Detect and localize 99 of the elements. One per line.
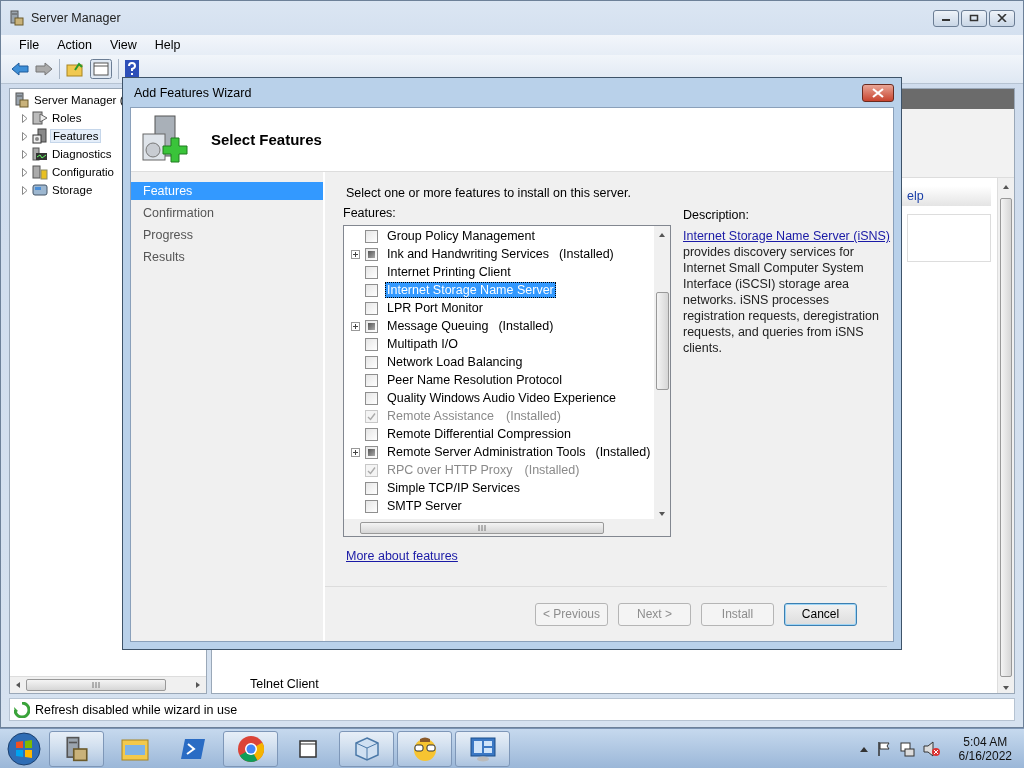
feature-item: Telnet Client — [249, 677, 320, 693]
storage-icon — [32, 182, 48, 198]
tree-item[interactable]: Features — [50, 129, 102, 143]
tree-item[interactable]: Configuratio — [50, 166, 116, 178]
monitor-icon — [32, 146, 48, 162]
wizard-step[interactable]: Results — [131, 248, 323, 266]
folder-up-icon[interactable] — [66, 61, 84, 77]
maximize-button[interactable] — [961, 9, 987, 27]
feature-item[interactable]: Multipath I/O — [385, 336, 460, 352]
feature-item[interactable]: Network Load Balancing — [385, 354, 525, 370]
installed-note: (Installed) — [523, 462, 581, 478]
feature-item[interactable]: Group Policy Management — [385, 228, 537, 244]
scrollbar-thumb[interactable] — [26, 679, 166, 691]
control-panel-icon[interactable] — [468, 735, 497, 762]
powershell-icon[interactable] — [179, 737, 206, 760]
tree-item[interactable]: Storage — [50, 184, 95, 196]
tree-item[interactable]: Diagnostics — [50, 148, 114, 160]
close-icon — [997, 14, 1007, 22]
help-link[interactable]: elp — [901, 186, 991, 206]
scrollbar-thumb[interactable] — [1000, 198, 1012, 677]
instruction-text: Select one or more features to install on this server. — [346, 186, 632, 200]
network-icon[interactable] — [898, 740, 915, 757]
tree-item[interactable]: Roles — [50, 112, 84, 124]
checkbox[interactable] — [365, 427, 378, 441]
window-title: Server Manager — [31, 11, 122, 25]
checkbox[interactable] — [365, 481, 378, 495]
clock-date: 6/16/2022 — [958, 748, 1012, 763]
forward-icon[interactable] — [35, 62, 53, 76]
feature-item[interactable]: LPR Port Monitor — [385, 300, 485, 316]
checkbox[interactable] — [365, 337, 378, 351]
checkbox[interactable] — [365, 319, 378, 333]
installed-note: (Installed) — [505, 408, 562, 424]
flag-icon[interactable] — [876, 740, 891, 757]
check-icon — [367, 411, 376, 421]
check-icon — [367, 465, 376, 475]
installed-note: (Installed) — [498, 319, 554, 333]
close-icon — [872, 87, 884, 98]
status-text: Refresh disabled while wizard in use — [35, 702, 238, 717]
feature-item[interactable]: Message Queuing — [385, 318, 491, 334]
checkbox[interactable] — [365, 499, 378, 513]
more-about-features-link[interactable]: More about features — [346, 549, 458, 563]
menu-item[interactable]: View — [99, 38, 145, 52]
checkbox[interactable] — [365, 229, 378, 243]
clock-time: 5:04 AM — [963, 734, 1008, 749]
features-list[interactable] — [343, 225, 671, 537]
feature-item[interactable]: Quality Windows Audio Video Experience — [385, 390, 619, 406]
scrollbar-thumb[interactable] — [655, 292, 669, 390]
checkbox[interactable] — [365, 355, 378, 369]
feature-item[interactable]: Ink and Handwriting Services — [385, 246, 551, 262]
checkbox[interactable] — [365, 247, 378, 261]
installed-note: (Installed) — [558, 247, 614, 261]
feature-item[interactable]: Simple TCP/IP Services — [385, 480, 522, 496]
features-label: Features: — [343, 206, 397, 220]
help-icon[interactable] — [125, 60, 139, 78]
server-manager-icon — [14, 92, 30, 108]
minimize-button[interactable] — [933, 9, 959, 27]
menu-item[interactable]: Action — [47, 38, 100, 52]
feature-item[interactable]: Internet Printing Client — [385, 264, 513, 280]
page-heading: Select Features — [211, 131, 322, 148]
speaker-muted-icon[interactable] — [922, 740, 941, 757]
feature-item[interactable]: Remote Differential Compression — [385, 426, 573, 442]
server-add-icon — [139, 113, 191, 166]
menu-item[interactable]: Help — [144, 38, 189, 52]
checkbox[interactable] — [365, 445, 378, 459]
wizard-step[interactable]: Confirmation — [131, 204, 323, 222]
checkbox[interactable] — [365, 391, 378, 405]
feature-item[interactable]: SMTP Server — [385, 498, 464, 514]
roles-icon — [32, 110, 48, 126]
close-button[interactable] — [989, 9, 1015, 27]
checkbox[interactable] — [365, 301, 378, 315]
expand-icon[interactable] — [351, 249, 360, 259]
wizard-button[interactable]: Cancel — [784, 602, 857, 626]
feature-link[interactable]: Internet Storage Name Server (iSNS) — [683, 229, 891, 243]
close-button[interactable] — [862, 83, 894, 102]
menu-item[interactable]: File — [9, 38, 48, 52]
server-manager-icon — [63, 735, 90, 762]
back-icon[interactable] — [11, 62, 29, 76]
checkbox[interactable] — [365, 373, 378, 387]
checkbox[interactable] — [365, 265, 378, 279]
configuration-icon — [32, 164, 48, 180]
expand-icon[interactable] — [351, 447, 360, 457]
installed-note: (Installed) — [595, 445, 651, 459]
maximize-icon — [969, 14, 979, 22]
dialog-title: Add Features Wizard — [134, 85, 253, 100]
scrollbar-thumb[interactable] — [360, 521, 604, 534]
show-pane-icon[interactable] — [90, 59, 112, 79]
window-icon[interactable] — [297, 737, 320, 760]
cube-icon[interactable] — [353, 735, 380, 762]
server-manager-icon — [9, 10, 25, 26]
feature-item[interactable]: Remote Server Administration Tools — [385, 444, 588, 460]
checkbox[interactable] — [365, 283, 378, 297]
description-label: Description: — [683, 208, 750, 222]
feature-item[interactable]: Peer Name Resolution Protocol — [385, 372, 565, 388]
server-icon — [32, 128, 48, 144]
wizard-step[interactable]: Progress — [131, 226, 323, 244]
chrome-icon[interactable] — [236, 734, 265, 763]
refresh-icon — [14, 701, 30, 718]
expand-icon[interactable] — [351, 321, 360, 331]
clock[interactable]: 5:04 AM 6/16/2022 — [958, 734, 1012, 763]
